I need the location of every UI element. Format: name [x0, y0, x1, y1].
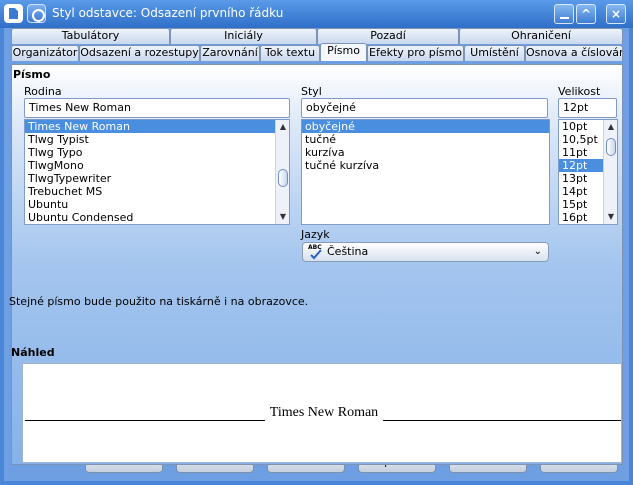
tab-efekty-pro-pismo[interactable]: Efekty pro písmo — [367, 45, 464, 61]
list-item[interactable]: Ubuntu Condensed — [25, 211, 289, 224]
tab-odsazeni-a-rozestupy[interactable]: Odsazení a rozestupy — [79, 45, 200, 61]
list-item[interactable]: Tlwg Typo — [25, 146, 289, 159]
family-input[interactable]: Times New Roman — [24, 98, 290, 118]
size-label: Velikost — [558, 85, 601, 98]
family-label: Rodina — [24, 85, 62, 98]
list-item[interactable]: tučné — [302, 133, 549, 146]
language-label: Jazyk — [301, 228, 330, 241]
window-title: Styl odstavce: Odsazení prvního řádku — [52, 6, 284, 20]
baseline-left — [25, 420, 265, 421]
family-scrollbar[interactable]: ▲ ▼ — [275, 120, 289, 224]
language-flag-icon: ABC — [308, 244, 324, 260]
language-select[interactable]: ABC Čeština ⌄ — [302, 242, 549, 262]
list-item[interactable]: obyčejné — [302, 120, 549, 133]
document-icon — [4, 4, 23, 23]
list-item[interactable]: tučné kurzíva — [302, 159, 549, 172]
list-item[interactable]: Trebuchet MS — [25, 185, 289, 198]
tab-organizator[interactable]: Organizátor — [11, 45, 79, 61]
tab-osnova-a-cislovani[interactable]: Osnova a číslování — [525, 45, 623, 61]
list-item[interactable]: TlwgTypewriter — [25, 172, 289, 185]
baseline-right — [383, 420, 621, 421]
section-title: Písmo — [13, 68, 51, 81]
list-item[interactable]: Tlwg Typist — [25, 133, 289, 146]
size-list[interactable]: 10pt 10,5pt 11pt 12pt 13pt 14pt 15pt 16p… — [558, 119, 618, 225]
preview-label: Náhled — [11, 346, 55, 359]
tab-zarovnani[interactable]: Zarovnání — [200, 45, 260, 61]
style-input[interactable]: obyčejné — [301, 98, 548, 118]
scroll-up-icon[interactable]: ▲ — [605, 121, 617, 133]
language-value: Čeština — [327, 245, 369, 258]
chevron-down-icon: ⌄ — [533, 246, 542, 257]
scroll-down-icon[interactable]: ▼ — [277, 211, 289, 223]
preview-box: Times New Roman — [22, 363, 622, 463]
paragraph-style-dialog: Tabulátory Iniciály Pozadí Ohraničení Or… — [4, 28, 629, 481]
minimize-button[interactable] — [554, 4, 574, 24]
style-list[interactable]: obyčejné tučné kurzíva tučné kurzíva — [301, 119, 550, 225]
font-info-text: Stejné písmo bude použito na tiskárně i … — [9, 295, 309, 308]
window-menu-icon[interactable] — [27, 4, 46, 23]
size-input[interactable]: 12pt — [558, 98, 617, 118]
scroll-thumb[interactable] — [606, 138, 616, 156]
tab-page-pismo: Písmo Rodina Times New Roman Times New R… — [9, 64, 623, 465]
tab-umisteni[interactable]: Umístění — [464, 45, 525, 61]
title-bar: Styl odstavce: Odsazení prvního řádku ^ … — [0, 0, 633, 28]
tab-inicialy[interactable]: Iniciály — [170, 28, 317, 44]
scroll-up-icon[interactable]: ▲ — [277, 121, 289, 133]
list-item[interactable]: Times New Roman — [25, 120, 289, 133]
tab-tabulatory[interactable]: Tabulátory — [11, 28, 170, 44]
family-list[interactable]: Times New Roman Tlwg Typist Tlwg Typo Tl… — [24, 119, 290, 225]
style-label: Styl — [301, 85, 322, 98]
scroll-down-icon[interactable]: ▼ — [605, 211, 617, 223]
tab-pismo[interactable]: Písmo — [320, 43, 367, 61]
scroll-thumb[interactable] — [278, 169, 288, 187]
tab-ohraniceni[interactable]: Ohraničení — [459, 28, 623, 44]
list-item[interactable]: kurzíva — [302, 146, 549, 159]
size-scrollbar[interactable]: ▲ ▼ — [603, 120, 617, 224]
close-button[interactable]: × — [606, 4, 626, 24]
tab-tok-textu[interactable]: Tok textu — [260, 45, 320, 61]
maximize-button[interactable]: ^ — [576, 4, 596, 24]
list-item[interactable]: TlwgMono — [25, 159, 289, 172]
list-item[interactable]: Ubuntu — [25, 198, 289, 211]
preview-sample-text: Times New Roman — [269, 405, 379, 420]
tab-pozadi[interactable]: Pozadí — [317, 28, 459, 44]
